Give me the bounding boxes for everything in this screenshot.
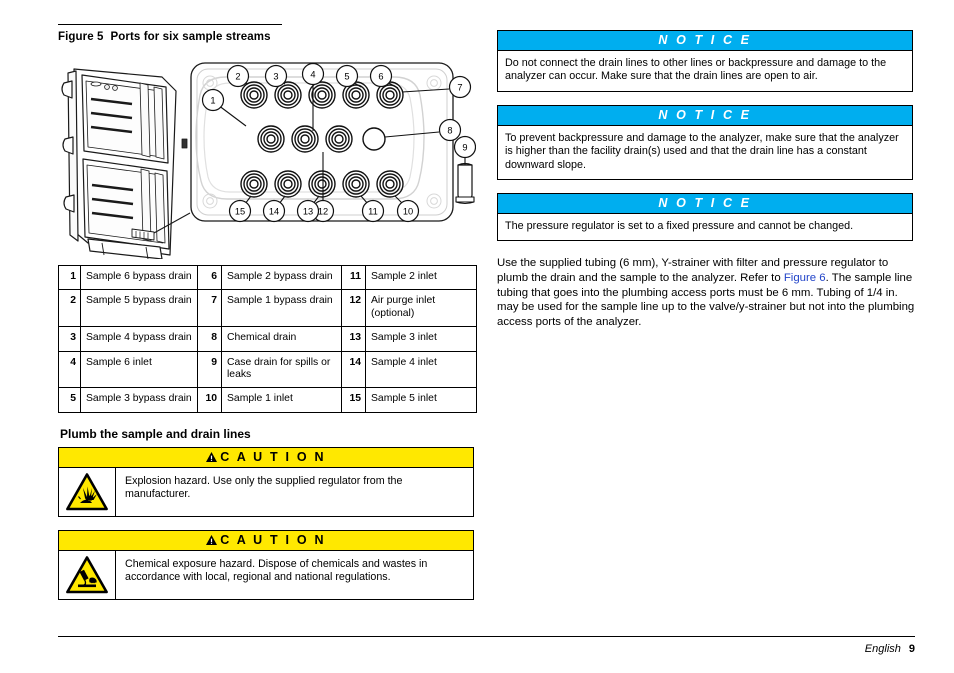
port-number: 8 [197, 326, 222, 352]
port-label: Sample 4 bypass drain [80, 326, 198, 352]
ports-legend-table: 1 Sample 6 bypass drain 6 Sample 2 bypas… [58, 264, 477, 413]
caution-box-explosion: C A U T I O N Explosion hazard. Use only… [58, 446, 474, 517]
notice-body: To prevent backpressure and damage to th… [497, 125, 913, 181]
figure-caption-rule [58, 24, 282, 25]
page-footer: English 9 [58, 636, 915, 655]
caution-text: Chemical exposure hazard. Dispose of che… [125, 557, 428, 584]
port-number: 12 [341, 289, 366, 328]
figure-caption: Figure 5 Ports for six sample streams [58, 31, 476, 43]
callout-1-label: 1 [210, 96, 215, 106]
callout-8-label: 8 [447, 126, 452, 136]
warning-triangle-icon [206, 451, 218, 462]
callout-14-label: 14 [269, 207, 279, 217]
footer-language: English [864, 643, 901, 655]
caution-box-chemical: C A U T I O N Chemical exposure hazard. … [58, 529, 474, 600]
notice-box-2: N O T I C E To prevent backpressure and … [497, 104, 913, 181]
callout-10-label: 10 [403, 207, 413, 217]
notice-header: N O T I C E [497, 104, 913, 126]
caution-label: C A U T I O N [220, 449, 326, 464]
port-number: 15 [341, 387, 366, 413]
callout-4-label: 4 [310, 70, 315, 80]
explosion-hazard-icon [66, 473, 108, 511]
port-label: Sample 5 inlet [365, 387, 477, 413]
right-column: N O T I C E Do not connect the drain lin… [497, 30, 915, 341]
caution-label: C A U T I O N [220, 532, 326, 547]
port-label: Air purge inlet (optional) [365, 289, 477, 328]
callout-12-label: 12 [318, 207, 328, 217]
figure-illustration: 1 2 3 4 5 6 7 8 9 10 11 12 13 14 15 [58, 47, 476, 259]
port-label: Sample 4 inlet [365, 350, 477, 389]
hazard-icon-cell [59, 550, 116, 599]
port-number: 14 [341, 350, 366, 389]
port-label: Chemical drain [221, 326, 342, 352]
hazard-icon-cell [59, 467, 116, 516]
caution-header: C A U T I O N [58, 446, 474, 468]
callout-11-label: 11 [368, 207, 378, 217]
table-row: 2 Sample 5 bypass drain 7 Sample 1 bypas… [58, 289, 477, 328]
callout-6-label: 6 [378, 72, 383, 82]
callout-2-label: 2 [235, 72, 240, 82]
caution-body: Explosion hazard. Use only the supplied … [58, 467, 474, 517]
port-number: 13 [341, 326, 366, 352]
case-drain-fitting [455, 162, 475, 204]
port-label: Sample 5 bypass drain [80, 289, 198, 328]
table-row: 3 Sample 4 bypass drain 8 Chemical drain… [58, 326, 477, 352]
port-label: Sample 2 bypass drain [221, 264, 342, 291]
figure-caption-title: Ports for six sample streams [110, 31, 271, 43]
port-label: Case drain for spills or leaks [221, 350, 342, 389]
port-label: Sample 1 bypass drain [221, 289, 342, 328]
port-number: 10 [197, 387, 222, 413]
chemical-exposure-hazard-icon [66, 556, 108, 594]
port-number: 9 [197, 350, 222, 389]
callout-9-label: 9 [462, 143, 467, 153]
port-label: Sample 3 bypass drain [80, 387, 198, 413]
port-number: 11 [341, 264, 366, 291]
table-row: 1 Sample 6 bypass drain 6 Sample 2 bypas… [58, 264, 477, 291]
warning-triangle-icon [206, 534, 218, 545]
port-label: Sample 6 bypass drain [80, 264, 198, 291]
notice-text: To prevent backpressure and damage to th… [505, 131, 899, 171]
port-label: Sample 2 inlet [365, 264, 477, 291]
table-row: 4 Sample 6 inlet 9 Case drain for spills… [58, 350, 477, 389]
port-label: Sample 1 inlet [221, 387, 342, 413]
port-label: Sample 3 inlet [365, 326, 477, 352]
callout-3-label: 3 [273, 72, 278, 82]
port-number: 5 [58, 387, 81, 413]
callout-15-label: 15 [235, 207, 245, 217]
figure-caption-number: Figure 5 [58, 31, 104, 43]
footer-page-number: 9 [908, 643, 915, 655]
notice-box-3: N O T I C E The pressure regulator is se… [497, 193, 913, 242]
figure-6-link[interactable]: Figure 6 [784, 272, 826, 284]
caution-header: C A U T I O N [58, 529, 474, 551]
notice-body: Do not connect the drain lines to other … [497, 51, 913, 92]
port-number: 2 [58, 289, 81, 328]
notice-header: N O T I C E [497, 30, 913, 51]
table-row: 5 Sample 3 bypass drain 10 Sample 1 inle… [58, 387, 477, 413]
section-heading: Plumb the sample and drain lines [60, 426, 251, 441]
callout-7-label: 7 [457, 83, 462, 93]
port-number: 4 [58, 350, 81, 389]
callout-5-label: 5 [344, 72, 349, 82]
notice-text: Do not connect the drain lines to other … [505, 57, 887, 83]
notice-box-1: N O T I C E Do not connect the drain lin… [497, 30, 913, 92]
port-number: 7 [197, 289, 222, 328]
notice-text: The pressure regulator is set to a fixed… [505, 220, 854, 233]
port-label: Sample 6 inlet [80, 350, 198, 389]
caution-text: Explosion hazard. Use only the supplied … [125, 474, 403, 501]
callout-13-label: 13 [303, 207, 313, 217]
caution-body: Chemical exposure hazard. Dispose of che… [58, 550, 474, 600]
instruction-paragraph: Use the supplied tubing (6 mm), Y-strain… [497, 256, 915, 329]
notice-header: N O T I C E [497, 193, 913, 215]
analyzer-ports-drawing: 1 2 3 4 5 6 7 8 9 10 11 12 13 14 15 [61, 62, 476, 259]
port-number: 1 [58, 264, 81, 291]
notice-body: The pressure regulator is set to a fixed… [497, 214, 913, 242]
left-column: Figure 5 Ports for six sample streams 1 … [58, 24, 477, 613]
port-number: 6 [197, 264, 222, 291]
port-number: 3 [58, 326, 81, 352]
